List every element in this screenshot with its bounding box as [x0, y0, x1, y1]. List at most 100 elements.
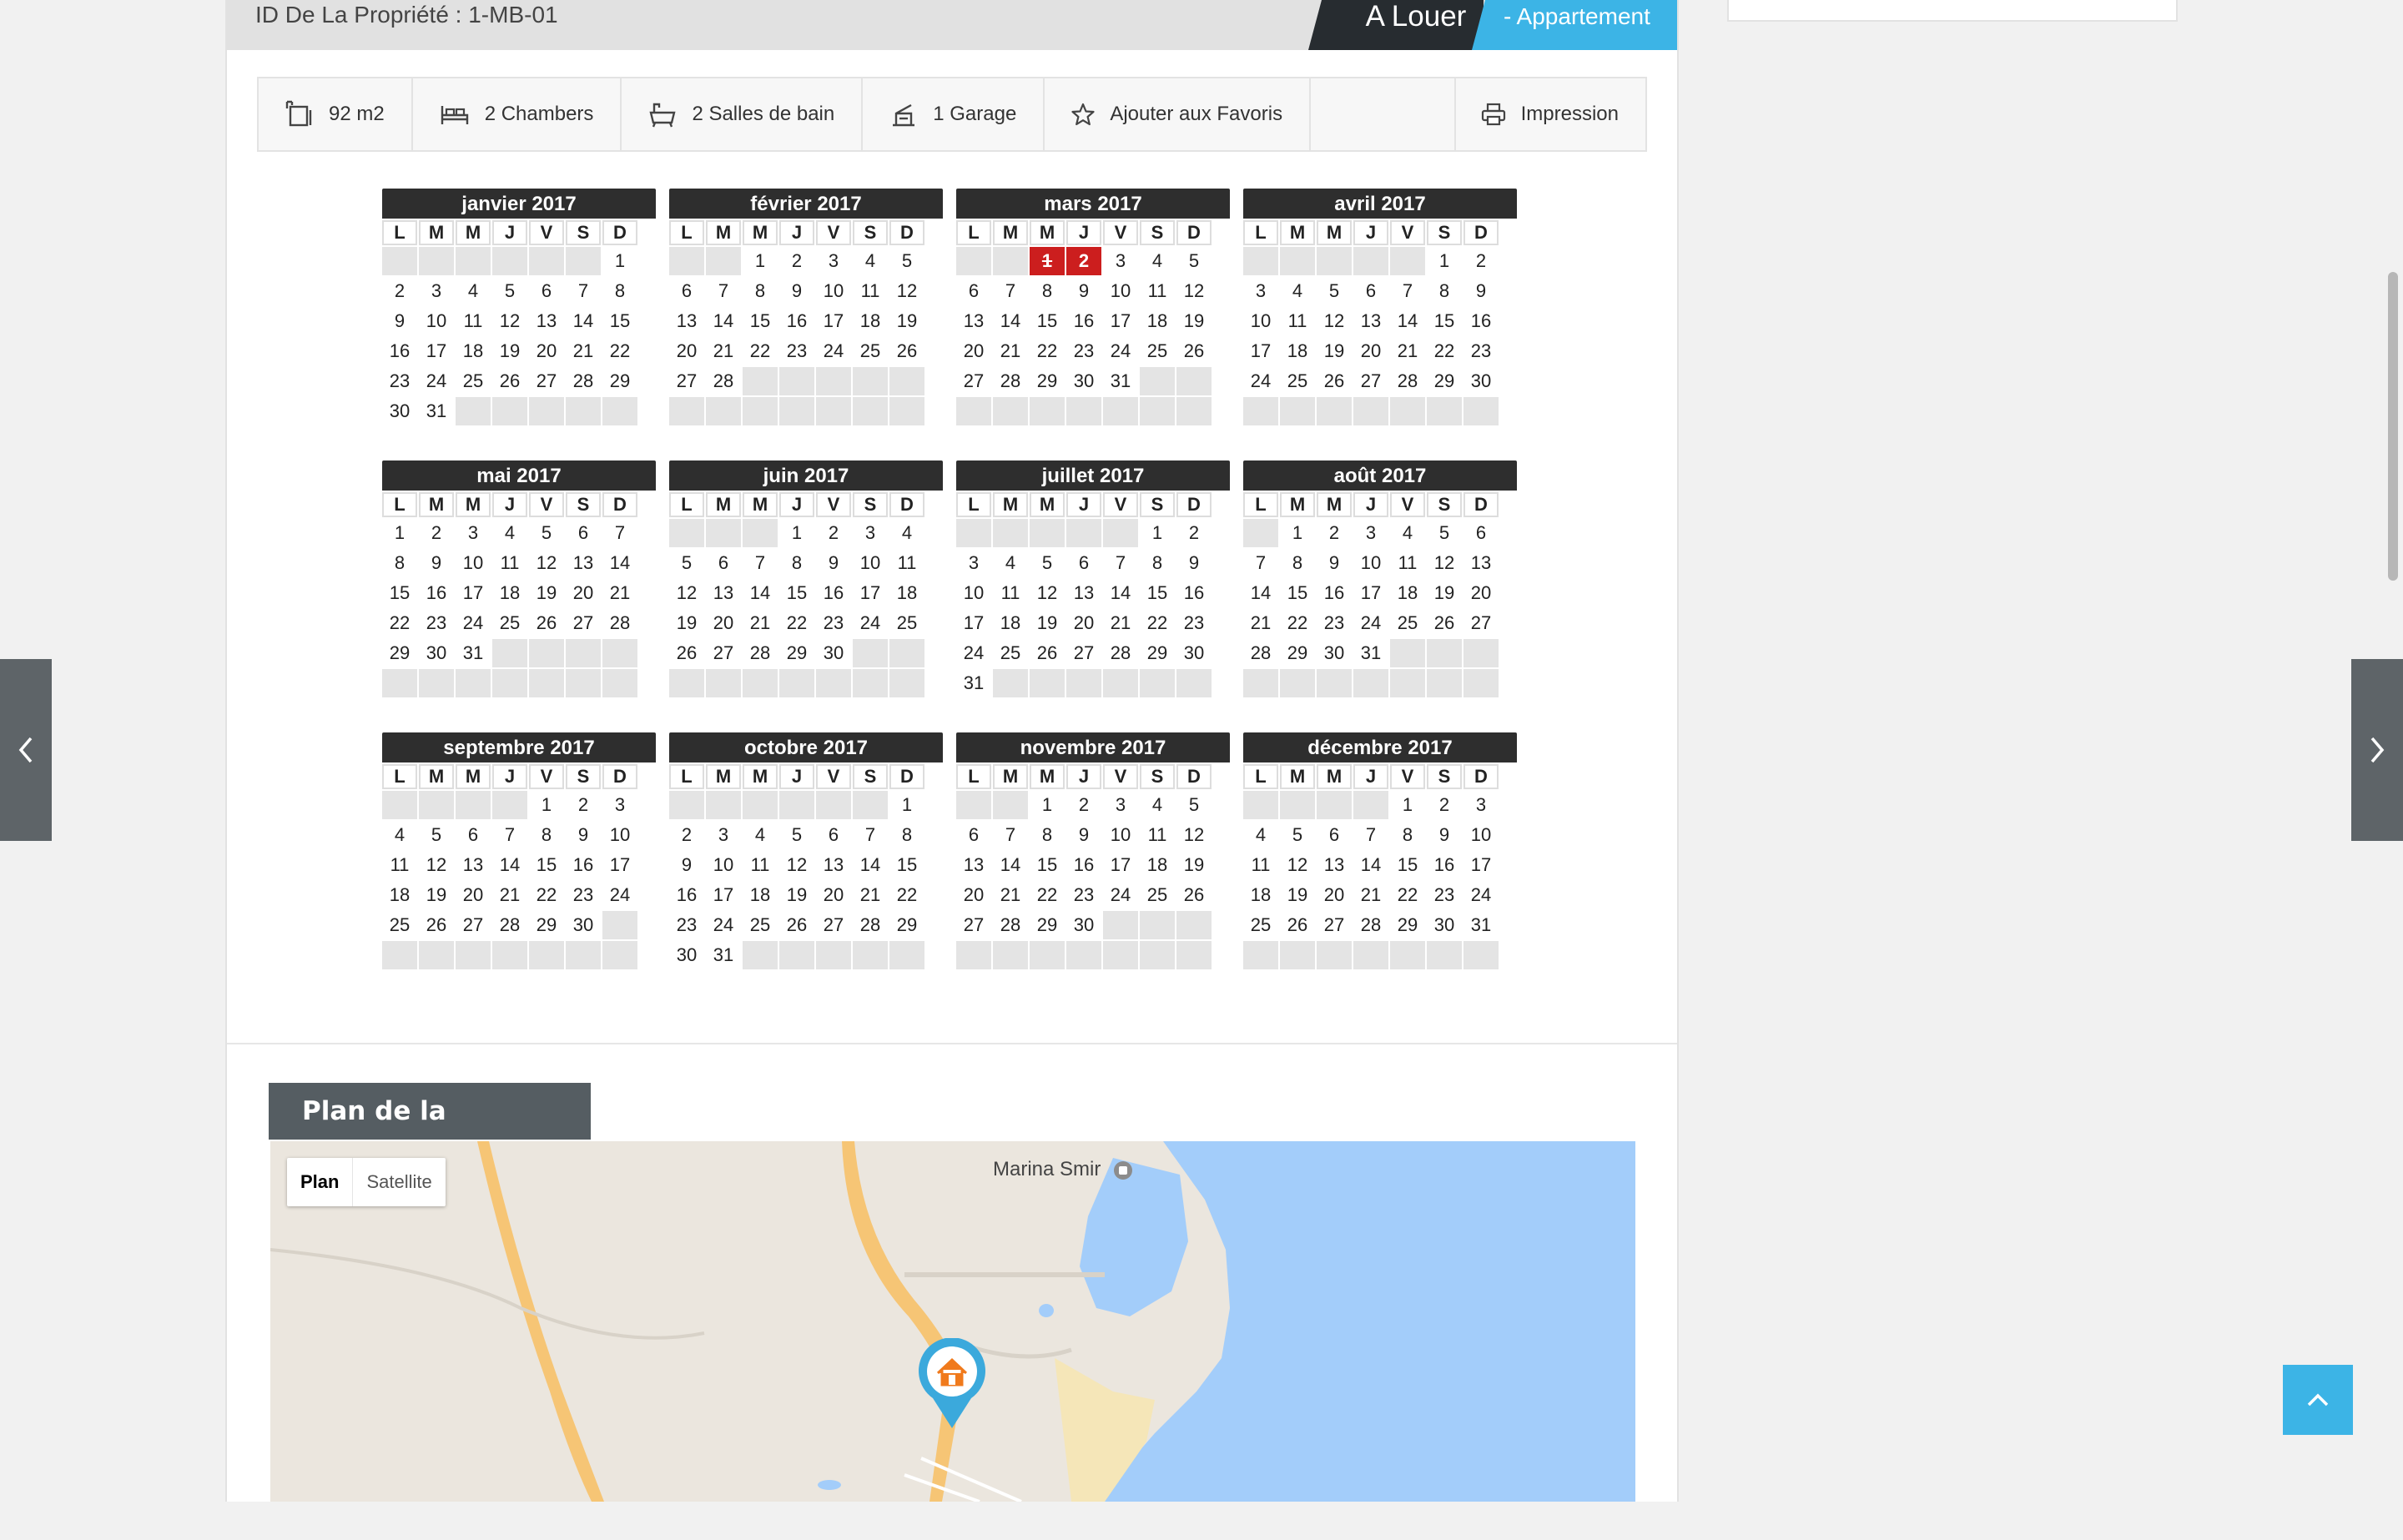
- weekday-header: L: [1243, 492, 1278, 517]
- calendar-day: 12: [536, 552, 557, 573]
- calendar-day: 10: [713, 854, 734, 875]
- week-row: 1 2 3: [382, 791, 637, 819]
- weekday-header: M: [1030, 764, 1065, 789]
- calendar-day: 24: [713, 914, 734, 935]
- map-canvas[interactable]: [270, 1141, 1635, 1502]
- calendar-day: 17: [1470, 854, 1492, 875]
- calendar-day: 27: [963, 914, 985, 935]
- calendar-day: 22: [389, 612, 411, 633]
- weekday-header: V: [816, 764, 851, 789]
- calendar-day-empty: [529, 397, 564, 425]
- week-row: 10 11 12 13 14 15 16: [1243, 307, 1499, 335]
- calendar-day: 25: [499, 612, 521, 633]
- previous-property-button[interactable]: [0, 659, 52, 841]
- week-row: 30 31: [382, 397, 637, 425]
- calendar-day: 31: [1470, 914, 1492, 935]
- calendar-day: 22: [1397, 884, 1418, 905]
- calendar-day: 12: [786, 854, 808, 875]
- next-property-button[interactable]: [2351, 659, 2403, 841]
- calendar-day: 3: [1255, 280, 1267, 301]
- property-marker[interactable]: [914, 1337, 990, 1434]
- calendar-day-empty: [1463, 639, 1499, 667]
- calendar-day: 14: [713, 310, 734, 331]
- calendar-day: 31: [462, 642, 484, 663]
- calendar-day-empty: [419, 247, 454, 275]
- calendar-day: 18: [389, 884, 411, 905]
- calendar-day: 27: [462, 914, 484, 935]
- calendar-day-empty: [1353, 941, 1388, 969]
- calendar-day: 25: [389, 914, 411, 935]
- calendar-day: 9: [681, 854, 693, 875]
- calendar-day: 12: [896, 280, 918, 301]
- calendar-day-empty: [956, 519, 991, 547]
- calendar-day-empty: [889, 367, 924, 395]
- calendar-day: 30: [389, 400, 411, 421]
- calendar-day-empty: [566, 397, 601, 425]
- week-row: [669, 397, 924, 425]
- calendar-day-empty: [419, 669, 454, 697]
- calendar-day: 22: [749, 340, 771, 361]
- week-row: 16 17 18 19 20 21 22: [382, 337, 637, 365]
- calendar-day-empty: [1140, 367, 1175, 395]
- calendar-day: 5: [901, 250, 913, 271]
- week-row: 23 24 25 26 27 28 29: [669, 911, 924, 939]
- week-row: 12345: [956, 247, 1212, 275]
- weekday-header: L: [956, 764, 991, 789]
- calendar-day: 3: [614, 794, 626, 815]
- calendar-day-empty: [602, 639, 637, 667]
- status-tag[interactable]: A Louer: [1308, 0, 1484, 50]
- calendar-day-empty: [1243, 669, 1278, 697]
- calendar-day: 20: [823, 884, 844, 905]
- week-row: 27 28 29 30 31: [956, 367, 1212, 395]
- poi-marina-smir[interactable]: Marina Smir: [993, 1158, 1135, 1182]
- back-to-top-button[interactable]: [2283, 1365, 2353, 1435]
- calendar-day: 23: [786, 340, 808, 361]
- scrollbar-thumb[interactable]: [2388, 272, 2398, 581]
- weekday-header: V: [1103, 764, 1138, 789]
- map-type-satellite[interactable]: Satellite: [353, 1158, 445, 1206]
- calendar-day: 28: [1397, 370, 1418, 391]
- print-button[interactable]: Impression: [1456, 78, 1645, 150]
- calendar-day: 20: [713, 612, 734, 633]
- calendar-day: 4: [1151, 794, 1163, 815]
- calendar-day-empty: [853, 397, 888, 425]
- calendar-day-empty: [1103, 519, 1138, 547]
- calendar-day: 27: [1360, 370, 1382, 391]
- month-title: septembre 2017: [382, 732, 656, 762]
- calendar-day: 7: [1365, 824, 1377, 845]
- calendar-day-empty: [1103, 911, 1138, 939]
- calendar-day-empty: [602, 941, 637, 969]
- weekday-header: D: [1176, 492, 1212, 517]
- calendar-day: 27: [1323, 914, 1345, 935]
- calendar-day: 6: [681, 280, 693, 301]
- calendar-day: 17: [426, 340, 447, 361]
- week-row: 27 28 29 30: [956, 911, 1212, 939]
- calendar-day: 11: [390, 854, 410, 875]
- calendar-day: 29: [1036, 914, 1058, 935]
- calendar-day: 16: [676, 884, 698, 905]
- calendar-day: 15: [389, 582, 411, 603]
- calendar-day-empty: [1030, 941, 1065, 969]
- weekday-header: D: [602, 764, 637, 789]
- calendar-day-empty: [669, 397, 704, 425]
- calendar-day-empty: [816, 367, 851, 395]
- calendar-day-empty: [1243, 791, 1278, 819]
- weekday-header: J: [492, 764, 527, 789]
- week-row: 13 14 15 16 17 18 19: [956, 851, 1212, 879]
- calendar-day: 18: [896, 582, 918, 603]
- property-type-tag[interactable]: - Appartement: [1472, 0, 1677, 50]
- calendar-day: 12: [676, 582, 698, 603]
- calendar-day-empty: [1390, 397, 1425, 425]
- add-favorite-button[interactable]: Ajouter aux Favoris: [1045, 78, 1312, 150]
- map-type-plan[interactable]: Plan: [287, 1158, 354, 1206]
- calendar-day: 28: [572, 370, 594, 391]
- week-row: 12345: [669, 247, 924, 275]
- calendar-day-empty: [529, 941, 564, 969]
- calendar-day: 4: [394, 824, 406, 845]
- week-row: [1243, 941, 1499, 969]
- property-map[interactable]: Plan Satellite Marina Smir: [270, 1141, 1635, 1502]
- weekday-header: M: [706, 492, 741, 517]
- calendar-day: 11: [1147, 824, 1167, 845]
- calendar-day: 6: [467, 824, 479, 845]
- calendar-day: 26: [1323, 370, 1345, 391]
